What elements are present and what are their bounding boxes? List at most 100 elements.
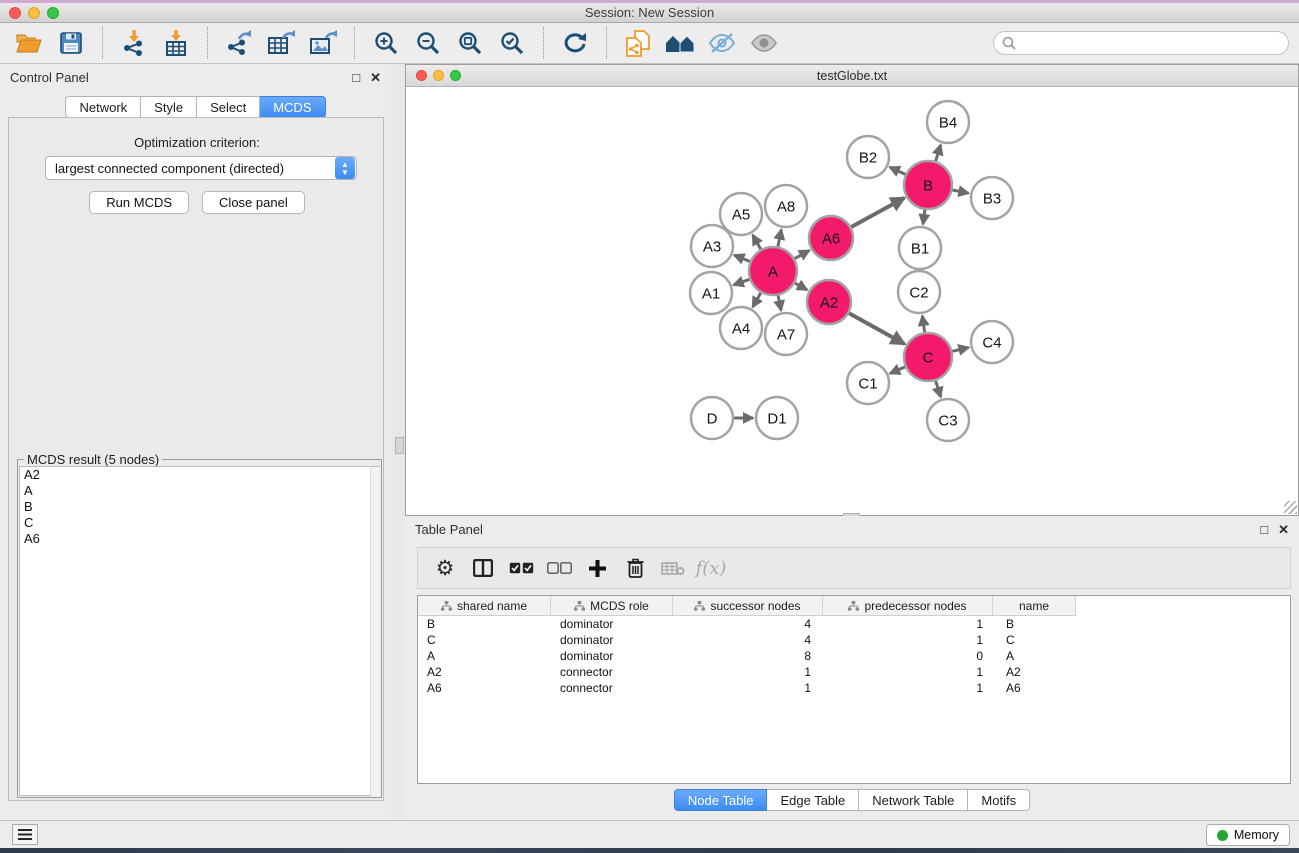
graph-edge-B-B4[interactable] <box>936 145 941 161</box>
unselect-all-checkboxes-icon[interactable] <box>544 554 574 582</box>
zoom-fit-icon[interactable] <box>455 28 485 58</box>
graph-node-A7[interactable]: A7 <box>765 313 807 355</box>
tab-network-table[interactable]: Network Table <box>859 789 968 811</box>
close-panel-icon[interactable]: ✕ <box>1278 523 1289 536</box>
save-session-icon[interactable] <box>56 28 86 58</box>
graph-node-B[interactable]: B <box>904 161 952 209</box>
graph-edge-C-C2[interactable] <box>922 316 924 332</box>
graph-edge-C-C3[interactable] <box>936 381 941 397</box>
hide-selected-eye-icon[interactable] <box>707 28 737 58</box>
graph-node-B2[interactable]: B2 <box>847 136 889 178</box>
run-mcds-button[interactable]: Run MCDS <box>89 191 189 214</box>
graph-edge-A-A8[interactable] <box>778 230 781 247</box>
graph-node-A2[interactable]: A2 <box>807 280 851 324</box>
show-column-icon[interactable] <box>468 554 498 582</box>
graph-edge-A-A1[interactable] <box>734 279 750 285</box>
result-item[interactable]: A6 <box>20 531 379 547</box>
result-item[interactable]: B <box>20 499 379 515</box>
close-panel-icon[interactable]: ✕ <box>370 71 381 84</box>
graph-node-C1[interactable]: C1 <box>847 362 889 404</box>
import-network-icon[interactable] <box>119 28 149 58</box>
tab-network[interactable]: Network <box>65 96 141 118</box>
first-neighbors-icon[interactable] <box>665 28 695 58</box>
graph-edge-A-A3[interactable] <box>734 255 750 261</box>
column-header-predecessor-nodes[interactable]: predecessor nodes <box>823 596 993 616</box>
graph-node-A6[interactable]: A6 <box>809 216 853 260</box>
tab-style[interactable]: Style <box>141 96 197 118</box>
export-image-icon[interactable] <box>308 28 338 58</box>
graph-edge-A-A4[interactable] <box>753 293 761 307</box>
graph-node-A1[interactable]: A1 <box>690 272 732 314</box>
tab-edge-table[interactable]: Edge Table <box>767 789 859 811</box>
network-canvas[interactable]: A A1 A2 A3 A4 A5 A6 A7 A8 B B1 B2 B3B4 C C1 C2 C3C4 D D1 <box>406 87 1298 515</box>
graph-node-D1[interactable]: D1 <box>756 397 798 439</box>
window-resize-grip[interactable] <box>1284 501 1297 514</box>
graph-edge-A2-C[interactable] <box>849 313 904 344</box>
graph-node-A[interactable]: A <box>749 247 797 295</box>
table-row[interactable]: A2connector11A2 <box>418 664 1290 680</box>
add-column-icon[interactable] <box>582 554 612 582</box>
zoom-out-icon[interactable] <box>413 28 443 58</box>
network-graph[interactable]: A A1 A2 A3 A4 A5 A6 A7 A8 B B1 B2 B3B4 C C1 C2 C3C4 D D1 <box>406 87 1298 516</box>
column-header-shared-name[interactable]: shared name <box>418 596 551 616</box>
graph-edge-A-A6[interactable] <box>795 250 810 258</box>
tab-select[interactable]: Select <box>197 96 260 118</box>
table-row[interactable]: Cdominator41C <box>418 632 1290 648</box>
tab-node-table[interactable]: Node Table <box>674 789 768 811</box>
export-network-icon[interactable] <box>224 28 254 58</box>
table-row[interactable]: Bdominator41B <box>418 616 1290 632</box>
graph-node-B3[interactable]: B3 <box>971 177 1013 219</box>
graph-edge-A-A7[interactable] <box>778 296 781 311</box>
result-item[interactable]: C <box>20 515 379 531</box>
select-all-checkboxes-icon[interactable] <box>506 554 536 582</box>
graph-node-A4[interactable]: A4 <box>720 307 762 349</box>
graph-edge-A-A5[interactable] <box>753 235 761 249</box>
zoom-selected-icon[interactable] <box>497 28 527 58</box>
graph-node-A8[interactable]: A8 <box>765 185 807 227</box>
graph-edge-B-B2[interactable] <box>890 167 906 174</box>
zoom-in-icon[interactable] <box>371 28 401 58</box>
memory-button[interactable]: Memory <box>1206 824 1290 846</box>
close-panel-button[interactable]: Close panel <box>202 191 305 214</box>
graph-edge-C-C1[interactable] <box>890 367 905 374</box>
open-session-icon[interactable] <box>14 28 44 58</box>
graph-node-A5[interactable]: A5 <box>720 193 762 235</box>
delete-column-trash-icon[interactable] <box>620 554 650 582</box>
graph-node-B4[interactable]: B4 <box>927 101 969 143</box>
splitter-handle-vertical[interactable] <box>395 437 404 454</box>
float-panel-icon[interactable]: □ <box>1260 523 1268 536</box>
tab-mcds[interactable]: MCDS <box>260 96 325 118</box>
import-table-icon[interactable] <box>161 28 191 58</box>
graph-edge-A-A2[interactable] <box>795 283 807 290</box>
column-header-name[interactable]: name <box>993 596 1076 616</box>
table-row[interactable]: A6connector11A6 <box>418 680 1290 696</box>
clone-network-icon[interactable] <box>623 28 653 58</box>
tab-motifs[interactable]: Motifs <box>968 789 1030 811</box>
refresh-view-icon[interactable] <box>560 28 590 58</box>
graph-edge-A6-B[interactable] <box>851 198 904 227</box>
graph-node-B1[interactable]: B1 <box>899 227 941 269</box>
result-item[interactable]: A2 <box>20 467 379 483</box>
graph-node-A3[interactable]: A3 <box>691 225 733 267</box>
table-settings-gear-icon[interactable]: ⚙ <box>430 554 460 582</box>
graph-edge-B-B1[interactable] <box>923 210 925 224</box>
column-header-successor-nodes[interactable]: successor nodes <box>673 596 823 616</box>
graph-node-C4[interactable]: C4 <box>971 321 1013 363</box>
graph-edge-B-B3[interactable] <box>953 190 969 193</box>
graph-node-D[interactable]: D <box>691 397 733 439</box>
graph-node-C2[interactable]: C2 <box>898 271 940 313</box>
result-item[interactable]: A <box>20 483 379 499</box>
search-input[interactable] <box>1021 36 1271 51</box>
show-all-eye-icon[interactable] <box>749 28 779 58</box>
float-panel-icon[interactable]: □ <box>352 71 360 84</box>
result-scrollbar-track[interactable] <box>370 467 380 796</box>
graph-node-C3[interactable]: C3 <box>927 399 969 441</box>
network-window-titlebar[interactable]: testGlobe.txt <box>406 65 1298 87</box>
criterion-select[interactable]: largest connected component (directed) ▲… <box>45 156 357 180</box>
export-table-icon[interactable] <box>266 28 296 58</box>
mcds-result-list[interactable]: A2ABCA6 <box>19 466 380 796</box>
table-row[interactable]: Adominator80A <box>418 648 1290 664</box>
graph-edge-C-C4[interactable] <box>952 348 968 352</box>
graph-node-C[interactable]: C <box>904 333 952 381</box>
task-history-button[interactable] <box>12 824 38 845</box>
